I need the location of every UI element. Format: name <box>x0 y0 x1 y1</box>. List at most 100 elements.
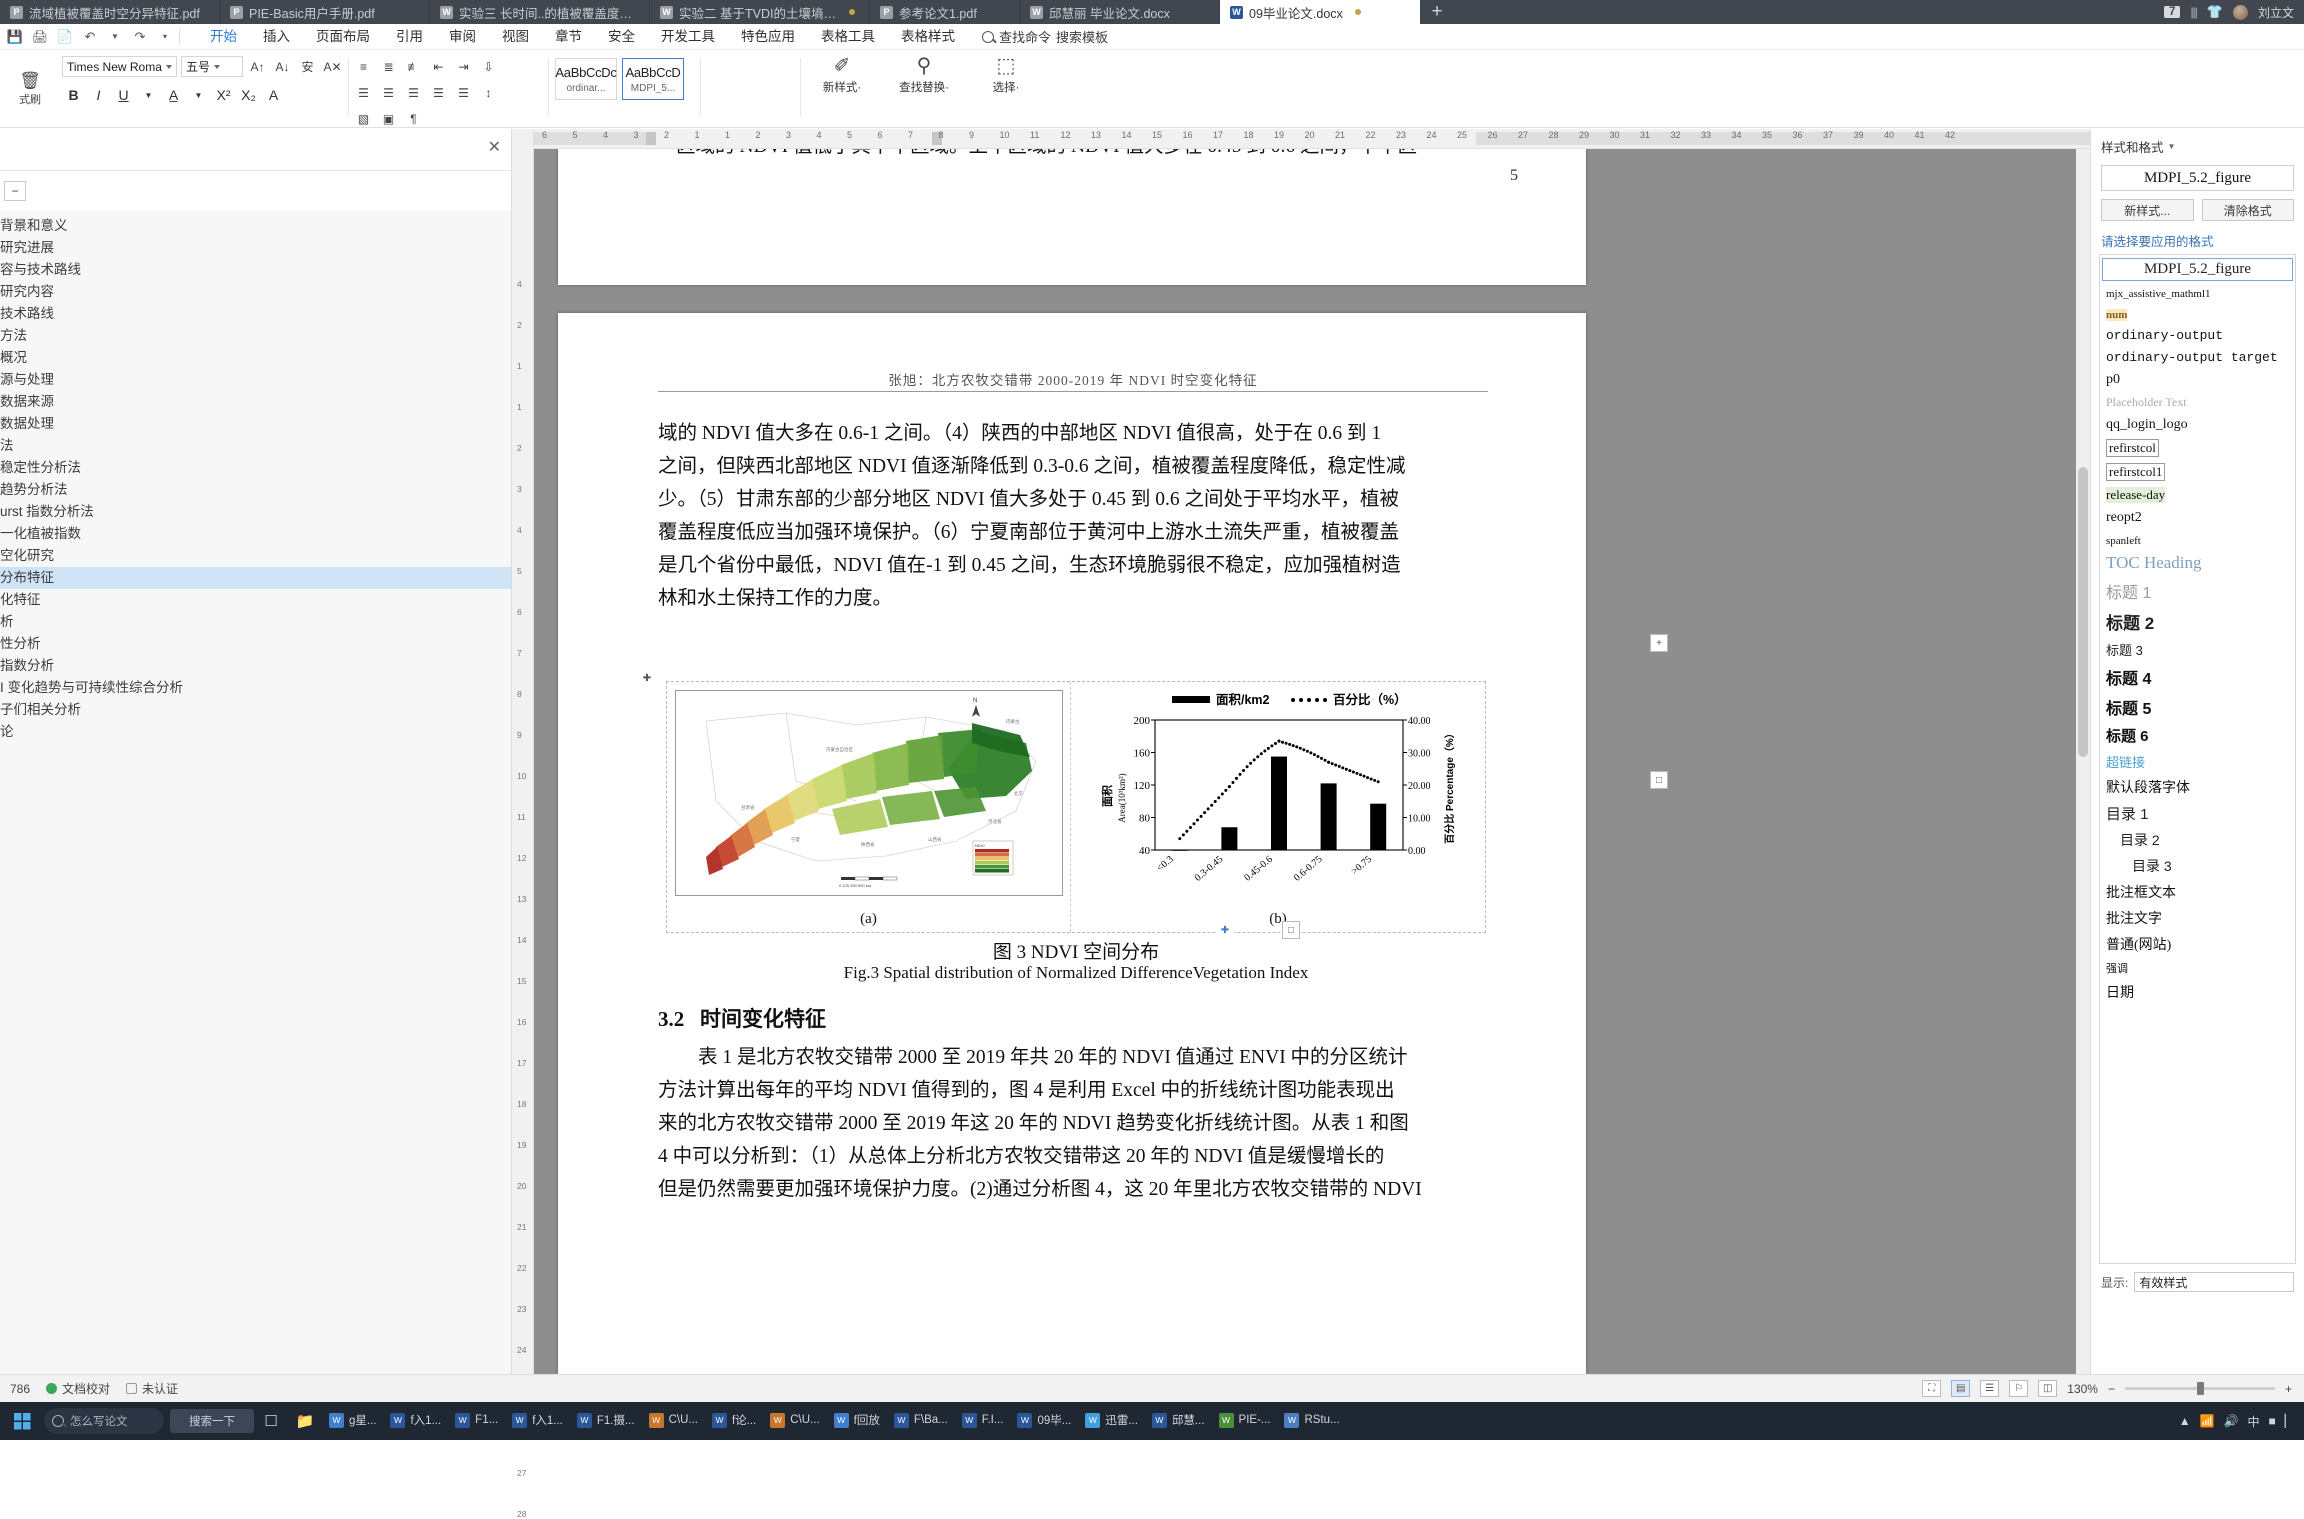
nav-item-10[interactable]: 法 <box>0 435 511 457</box>
document-tab-0[interactable]: P 流域植被覆盖时空分异特征.pdf <box>0 0 220 24</box>
figure-3b-chart[interactable]: 面积/km2 百分比（%） 40 80 120 160 200 0.00 10.… <box>1071 682 1485 932</box>
tray-ime-icon[interactable]: 中 <box>2248 1413 2260 1430</box>
view-outline-button[interactable]: ☰ <box>1980 1380 2000 1397</box>
redo-icon[interactable]: ↷ <box>129 27 151 47</box>
vertical-ruler[interactable]: 4 2 1 1 2 3 4 5 6 7 8 9 10 11 12 13 14 15 16 17 18 19 20 21 22 23… <box>512 129 534 1519</box>
nav-item-15[interactable]: 空化研究 <box>0 545 511 567</box>
view-fullscreen-button[interactable]: ⛶ <box>1922 1380 1942 1397</box>
canvas-scrollbar-track[interactable] <box>2076 149 2090 1374</box>
shading-button[interactable]: ▧ <box>352 108 375 129</box>
taskbar-search-button[interactable]: 搜索一下 <box>170 1409 254 1433</box>
document-tab-1[interactable]: P PIE-Basic用户手册.pdf <box>220 0 430 24</box>
ribbon-tab-11[interactable]: 表格样式 <box>888 24 968 50</box>
ribbon-tab-5[interactable]: 视图 <box>489 24 542 50</box>
view-print-layout-button[interactable]: ▤ <box>1951 1380 1971 1397</box>
taskbar-app-4[interactable]: W F1.摄... <box>570 1406 642 1436</box>
bullet-list-button[interactable]: ≡ <box>352 56 375 77</box>
style-item-20[interactable]: 默认段落字体 <box>2100 774 2295 800</box>
nav-item-14[interactable]: 一化植被指数 <box>0 523 511 545</box>
clear-format-icon[interactable]: A✕ <box>322 56 343 77</box>
show-filter-select[interactable]: 有效样式 <box>2134 1272 2294 1292</box>
nav-item-4[interactable]: 技术路线 <box>0 303 511 325</box>
taskbar-app-14[interactable]: W PIE-... <box>1212 1406 1278 1436</box>
taskbar-app-8[interactable]: Wf回放 <box>827 1406 887 1436</box>
horizontal-ruler[interactable]: 6 5 4 3 2 1 1 2 3 4 5 6 7 8 9 10 11 12 13 14 15 16 17 18 19 20 21 2… <box>534 129 2090 149</box>
taskbar-app-11[interactable]: W 09毕... <box>1010 1406 1078 1436</box>
style-item-15[interactable]: 标题 3 <box>2100 637 2295 662</box>
document-tab-4[interactable]: P 参考论文1.pdf <box>870 0 1020 24</box>
text-effect-button[interactable]: A <box>262 84 285 106</box>
ribbon-tab-3[interactable]: 引用 <box>383 24 436 50</box>
tab-list-icon[interactable]: ||| <box>2190 5 2197 19</box>
document-tab-5[interactable]: W 邱慧丽 毕业论文.docx <box>1020 0 1220 24</box>
ribbon-command-select-icon[interactable]: ⬚ 选择· <box>974 56 1038 95</box>
nav-item-6[interactable]: 概况 <box>0 347 511 369</box>
style-item-28[interactable]: 日期 <box>2100 979 2295 1005</box>
style-item-14[interactable]: 标题 2 <box>2100 606 2295 637</box>
style-item-3[interactable]: ordinary-output target <box>2100 346 2295 368</box>
skin-icon[interactable]: 👕 <box>2207 4 2223 20</box>
current-style-box[interactable]: MDPI_5.2_figure <box>2101 165 2294 191</box>
zoom-slider[interactable] <box>2124 1382 2275 1395</box>
style-item-11[interactable]: spanleft <box>2100 529 2295 550</box>
add-page-icon[interactable]: + <box>1650 634 1668 652</box>
collapse-all-icon[interactable]: − <box>4 181 26 201</box>
taskbar-search-box[interactable]: 怎么写论文 <box>44 1408 164 1434</box>
borders-button[interactable]: ▣ <box>377 108 400 129</box>
save-icon[interactable]: 💾 <box>4 27 26 47</box>
strikethrough-dropdown-icon[interactable]: ▼ <box>187 84 210 106</box>
bold-button[interactable]: B <box>62 84 85 106</box>
nav-item-13[interactable]: urst 指数分析法 <box>0 501 511 523</box>
taskbar-app-5[interactable]: W C\U... <box>642 1406 705 1436</box>
decrease-font-size-icon[interactable]: A↓ <box>272 56 293 77</box>
numbered-list-button[interactable]: ≣ <box>377 56 400 77</box>
ribbon-command-find-replace-icon[interactable]: ⚲ 查找替换· <box>892 56 956 95</box>
document-tab-2[interactable]: W 实验三 长时间..的植被覆盖度变化 <box>430 0 650 24</box>
style-item-23[interactable]: 目录 3 <box>2100 853 2295 879</box>
clear-format-button[interactable]: 清除格式 <box>2201 199 2294 221</box>
styles-list[interactable]: MDPI_5.2_figure mjx_assistive_mathml1 num… <box>2099 254 2296 1264</box>
figure-3a-map[interactable]: N 内蒙古 内蒙古自治区 甘肃省 宁夏 陕西省 山西省 河北省 北京 NDVI … <box>667 682 1071 932</box>
nav-item-7[interactable]: 源与处理 <box>0 369 511 391</box>
nav-item-19[interactable]: 性分析 <box>0 633 511 655</box>
avatar[interactable] <box>2232 4 2248 20</box>
decrease-indent-button[interactable]: ⇤ <box>427 56 450 77</box>
document-canvas[interactable]: NDVI 值主要集中在处于 0.3 到 0.6 之间，说明植被覆盖程度较低。（4… <box>534 149 2090 1374</box>
zoom-value[interactable]: 130% <box>2067 1382 2098 1396</box>
taskbar-app-6[interactable]: Wf论... <box>705 1406 763 1436</box>
format-painter-button[interactable]: 🗑 式刷 <box>0 54 60 124</box>
file-explorer-icon[interactable]: 📁 <box>288 1402 322 1440</box>
style-item-17[interactable]: 标题 5 <box>2100 692 2295 722</box>
new-tab-button[interactable]: + <box>1420 0 1454 24</box>
indent-marker[interactable] <box>646 132 656 145</box>
nav-item-11[interactable]: 稳定性分析法 <box>0 457 511 479</box>
style-item-9[interactable]: release-day <box>2100 484 2295 506</box>
phonetic-guide-icon[interactable]: 安 <box>297 56 318 77</box>
style-item-27[interactable]: 强调 <box>2100 957 2295 979</box>
style-item-4[interactable]: p0 <box>2100 368 2295 391</box>
italic-button[interactable]: I <box>87 84 110 106</box>
customize-icon[interactable]: ▾ <box>154 27 176 47</box>
zoom-slider-thumb[interactable] <box>2196 1382 2204 1395</box>
justify-button[interactable]: ☰ <box>427 82 450 103</box>
align-right-button[interactable]: ☰ <box>402 82 425 103</box>
document-tab-3[interactable]: W 实验二 基于TVDI的土壤墒情监测 <box>650 0 870 24</box>
print-preview-icon[interactable]: 📄 <box>54 27 76 47</box>
style-item-1[interactable]: num <box>2100 303 2295 324</box>
figure-3[interactable]: N 内蒙古 内蒙古自治区 甘肃省 宁夏 陕西省 山西省 河北省 北京 NDVI … <box>666 681 1486 933</box>
subscript-button[interactable]: X₂ <box>237 84 260 106</box>
style-item-26[interactable]: 普通(网站) <box>2100 931 2295 957</box>
align-left-button[interactable]: ☰ <box>352 82 375 103</box>
ribbon-tab-8[interactable]: 开发工具 <box>648 24 728 50</box>
taskbar-app-0[interactable]: Wg星... <box>322 1406 383 1436</box>
nav-item-22[interactable]: 子们相关分析 <box>0 699 511 721</box>
new-style-button[interactable]: 新样式... <box>2101 199 2194 221</box>
ribbon-tab-7[interactable]: 安全 <box>595 24 648 50</box>
nav-item-16[interactable]: 分布特征 <box>0 567 511 589</box>
nav-item-23[interactable]: 论 <box>0 721 511 743</box>
zoom-out-button[interactable]: − <box>2108 1382 2115 1396</box>
underline-button[interactable]: U <box>112 84 135 106</box>
strikethrough-button[interactable]: A̲ <box>162 84 185 106</box>
ribbon-tab-1[interactable]: 插入 <box>250 24 303 50</box>
user-name[interactable]: 刘立文 <box>2258 4 2294 21</box>
